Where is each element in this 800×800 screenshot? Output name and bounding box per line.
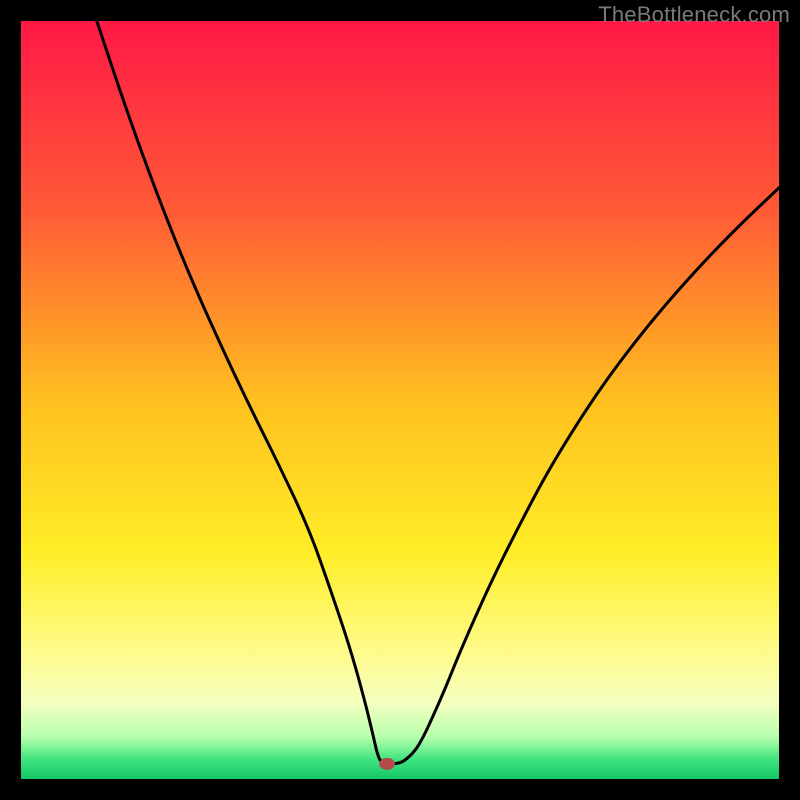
chart-svg [21,21,779,779]
watermark-text: TheBottleneck.com [598,2,790,28]
optimal-point-marker [379,758,395,770]
chart-frame: TheBottleneck.com [0,0,800,800]
plot-area [21,21,779,779]
